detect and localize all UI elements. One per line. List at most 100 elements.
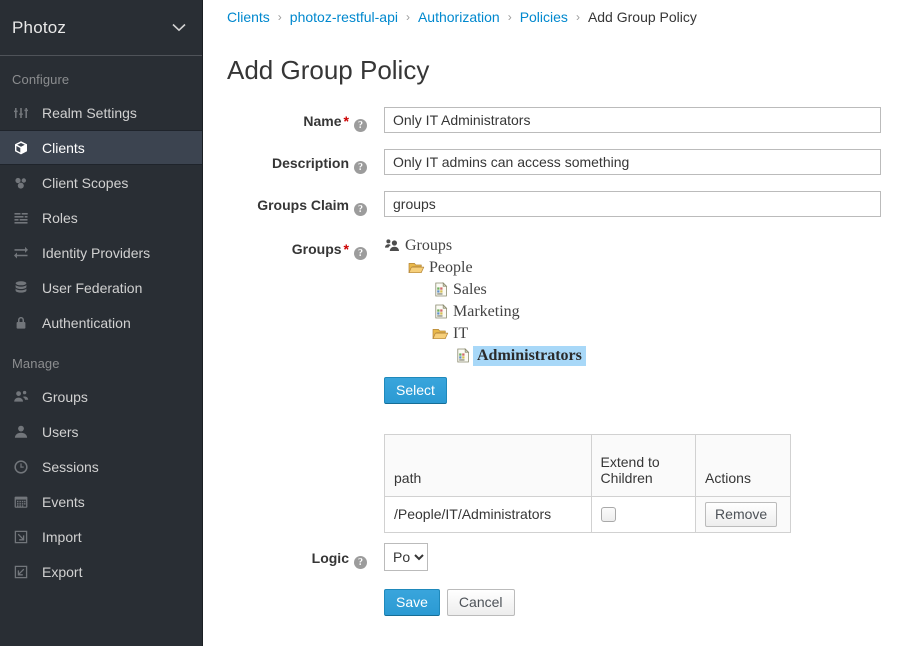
breadcrumb-item-clients[interactable]: Clients (227, 9, 270, 25)
sidebar-item-label: Roles (42, 210, 78, 226)
breadcrumb-item-authorization[interactable]: Authorization (418, 9, 500, 25)
tree-node-it[interactable]: IT (384, 323, 909, 345)
description-input[interactable] (384, 149, 881, 175)
users-icon (12, 389, 30, 405)
folder-open-icon (408, 261, 425, 275)
database-icon (12, 280, 30, 296)
chevron-down-icon (172, 23, 186, 32)
groups-required-star: * (344, 241, 349, 257)
tree-node-label: IT (451, 325, 470, 343)
sidebar-item-label: Users (42, 424, 79, 440)
sidebar-item-label: Import (42, 529, 82, 545)
tree-node-marketing[interactable]: Marketing (384, 301, 909, 323)
sidebar-item-label: Realm Settings (42, 105, 137, 121)
tree-node-sales[interactable]: Sales (384, 279, 909, 301)
form-row-groups-claim: Groups Claim? (227, 191, 909, 217)
selected-groups-table: path Extend to Children Actions /People/… (384, 434, 791, 533)
sidebar-item-realm-settings[interactable]: Realm Settings (0, 95, 202, 130)
sidebar-item-label: User Federation (42, 280, 142, 296)
name-input[interactable] (384, 107, 881, 133)
breadcrumb-item-policies[interactable]: Policies (520, 9, 568, 25)
sidebar-item-label: Events (42, 494, 85, 510)
realm-selector[interactable]: Photoz (0, 0, 202, 56)
remove-button[interactable]: Remove (705, 502, 777, 527)
sidebar-item-sessions[interactable]: Sessions (0, 449, 202, 484)
sidebar-item-import[interactable]: Import (0, 519, 202, 554)
tree-node-label: Administrators (473, 346, 586, 366)
table-head: path Extend to Children Actions (385, 434, 791, 496)
calendar-icon (12, 494, 30, 510)
cell-actions: Remove (696, 496, 791, 532)
groups-claim-input[interactable] (384, 191, 881, 217)
folder-open-icon (432, 327, 449, 341)
breadcrumb: Clients › photoz-restful-api › Authorization… (227, 0, 909, 28)
scopes-icon (12, 175, 30, 191)
realm-name: Photoz (12, 18, 66, 38)
tree-node-groups[interactable]: Groups (384, 235, 909, 257)
groups-label-text: Groups (292, 241, 342, 257)
form-row-name: Name*? (227, 107, 909, 133)
sidebar-item-export[interactable]: Export (0, 554, 202, 589)
sidebar-item-label: Client Scopes (42, 175, 128, 191)
save-button[interactable]: Save (384, 589, 440, 616)
exchange-icon (12, 245, 30, 261)
logic-select[interactable]: PoNe (384, 543, 428, 571)
breadcrumb-separator: › (576, 10, 580, 24)
sidebar-item-groups[interactable]: Groups (0, 379, 202, 414)
table-row: /People/IT/Administrators Remove (385, 496, 791, 532)
tree-node-label: Sales (451, 281, 489, 299)
tree-node-label: Marketing (451, 303, 522, 321)
groups-claim-label: Groups Claim? (227, 191, 384, 216)
sidebar-item-identity-providers[interactable]: Identity Providers (0, 235, 202, 270)
breadcrumb-separator: › (508, 10, 512, 24)
main-content: Clients › photoz-restful-api › Authorization… (203, 0, 909, 646)
form-row-description: Description? (227, 149, 909, 175)
document-icon (454, 348, 471, 363)
sidebar-item-label: Authentication (42, 315, 131, 331)
sidebar-item-label: Sessions (42, 459, 99, 475)
sidebar-item-user-federation[interactable]: User Federation (0, 270, 202, 305)
sidebar-item-authentication[interactable]: Authentication (0, 305, 202, 340)
description-label-text: Description (272, 155, 349, 171)
logic-label-text: Logic (312, 550, 349, 566)
help-circle-icon[interactable]: ? (354, 203, 367, 216)
select-button[interactable]: Select (384, 377, 447, 404)
tree-node-label: Groups (403, 237, 454, 255)
sidebar-section-title-manage: Manage (0, 340, 202, 379)
cell-extend-to-children (591, 496, 696, 532)
column-header-extend-to-children: Extend to Children (591, 434, 696, 496)
sidebar-item-events[interactable]: Events (0, 484, 202, 519)
user-icon (12, 424, 30, 440)
extend-to-children-checkbox[interactable] (601, 507, 616, 522)
help-circle-icon[interactable]: ? (354, 119, 367, 132)
name-label-text: Name (303, 113, 341, 129)
breadcrumb-item-photoz-restful-api[interactable]: photoz-restful-api (290, 9, 398, 25)
form-row-selected-groups-table: path Extend to Children Actions /People/… (227, 412, 909, 533)
help-circle-icon[interactable]: ? (354, 247, 367, 260)
clock-icon (12, 459, 30, 475)
sidebar-item-client-scopes[interactable]: Client Scopes (0, 165, 202, 200)
help-circle-icon[interactable]: ? (354, 161, 367, 174)
app-root: Photoz ConfigureRealm SettingsClientsCli… (0, 0, 909, 646)
sidebar-item-roles[interactable]: Roles (0, 200, 202, 235)
tree-node-administrators[interactable]: Administrators (384, 345, 909, 367)
groups-claim-label-text: Groups Claim (257, 197, 349, 213)
cancel-button[interactable]: Cancel (447, 589, 515, 616)
sidebar-item-users[interactable]: Users (0, 414, 202, 449)
sidebar-nav: ConfigureRealm SettingsClientsClient Sco… (0, 56, 202, 589)
table-header-row: path Extend to Children Actions (385, 434, 791, 496)
form-row-groups: Groups*? GroupsPeopleSalesMarketingITAdm… (227, 233, 909, 404)
tree-node-people[interactable]: People (384, 257, 909, 279)
form-row-logic: Logic? PoNe Save Cancel (227, 543, 909, 616)
cell-path: /People/IT/Administrators (385, 496, 592, 532)
export-arrow-icon (12, 564, 30, 580)
breadcrumb-separator: › (278, 10, 282, 24)
lock-icon (12, 315, 30, 331)
breadcrumb-item-add-group-policy: Add Group Policy (588, 9, 697, 25)
sidebar-item-label: Groups (42, 389, 88, 405)
help-circle-icon[interactable]: ? (354, 556, 367, 569)
column-header-path: path (385, 434, 592, 496)
sidebar-item-label: Identity Providers (42, 245, 150, 261)
document-icon (432, 304, 449, 319)
sidebar-item-clients[interactable]: Clients (0, 130, 202, 165)
